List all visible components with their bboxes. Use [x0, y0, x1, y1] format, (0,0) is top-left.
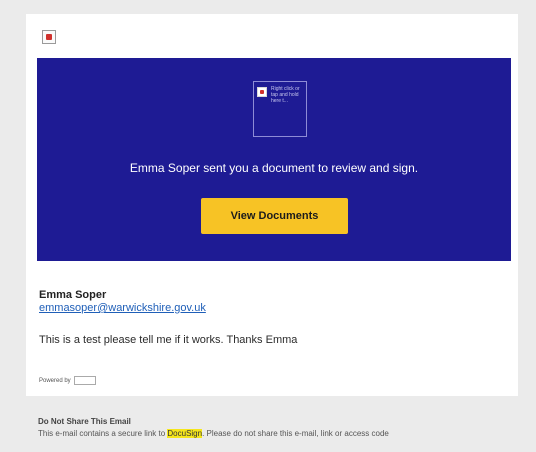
- email-card: Right click or tap and hold here t... Em…: [26, 14, 518, 396]
- footer-highlight: DocuSign: [167, 429, 203, 438]
- banner-headline: Emma Soper sent you a document to review…: [129, 161, 419, 175]
- footer-text-after: . Please do not share this e-mail, link …: [202, 429, 389, 438]
- image-placeholder-text: Right click or tap and hold here t...: [271, 86, 300, 104]
- email-message: This is a test please tell me if it work…: [39, 334, 298, 346]
- image-placeholder[interactable]: Right click or tap and hold here t...: [253, 81, 307, 137]
- powered-by: Powered by: [39, 376, 96, 385]
- sender-email-link[interactable]: emmasoper@warwickshire.gov.uk: [39, 302, 206, 314]
- broken-image-icon: [42, 30, 56, 44]
- footer-title: Do Not Share This Email: [38, 417, 131, 426]
- powered-by-label: Powered by: [39, 377, 71, 384]
- footer-text-before: This e-mail contains a secure link to: [38, 429, 168, 438]
- footer-text: This e-mail contains a secure link to Do…: [38, 429, 389, 438]
- email-banner: Right click or tap and hold here t... Em…: [37, 58, 511, 261]
- view-documents-button[interactable]: View Documents: [201, 198, 348, 234]
- docusign-logo-icon: [73, 376, 96, 385]
- sender-name: Emma Soper: [39, 289, 107, 301]
- broken-image-icon: [257, 87, 267, 97]
